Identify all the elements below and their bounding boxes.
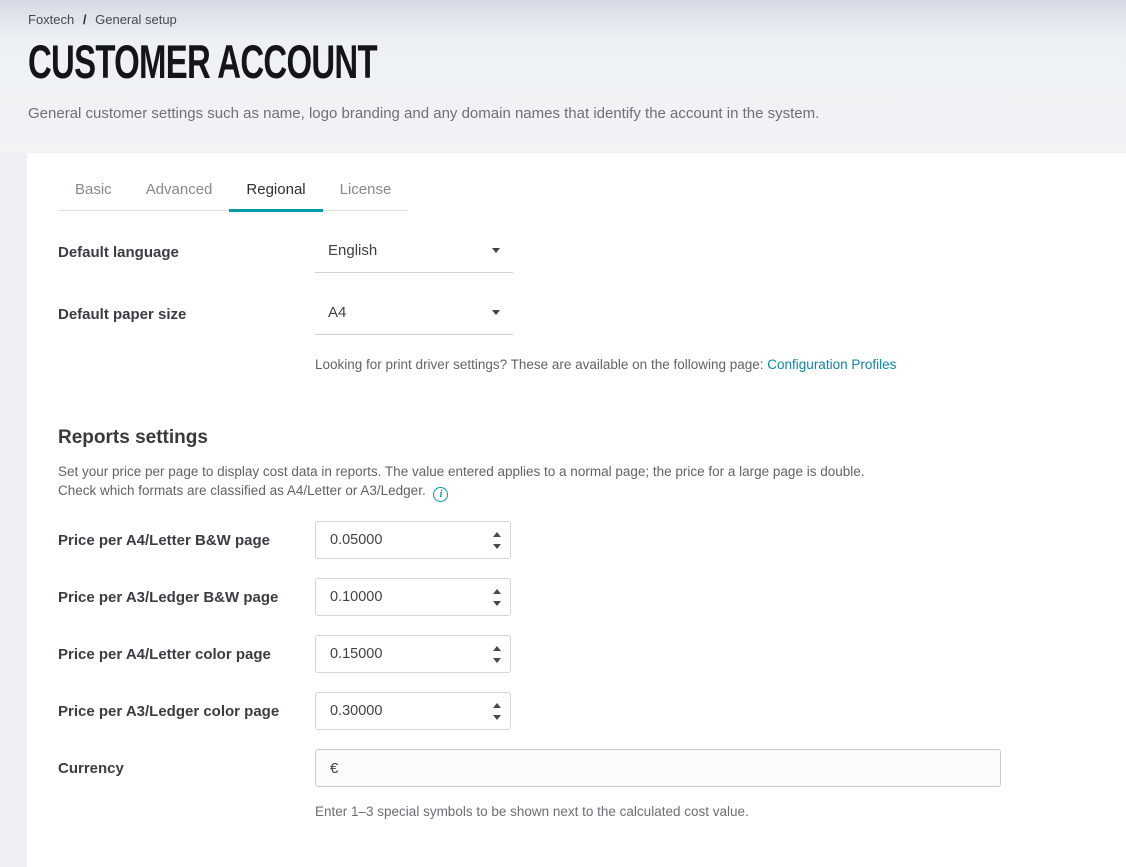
stepper-up-icon[interactable] <box>493 703 501 708</box>
price-a3-bw-label: Price per A3/Ledger B&W page <box>58 589 315 606</box>
stepper-up-icon[interactable] <box>493 589 501 594</box>
price-a4-bw-input-wrap <box>315 521 511 559</box>
currency-helper-text: Enter 1–3 special symbols to be shown ne… <box>315 804 1086 819</box>
currency-label: Currency <box>58 760 315 777</box>
price-a3-bw-input[interactable] <box>316 579 476 615</box>
default-paper-size-value: A4 <box>328 304 346 321</box>
price-a3-color-input[interactable] <box>316 693 476 729</box>
breadcrumb: Foxtech / General setup <box>28 12 1126 27</box>
breadcrumb-item-foxtech[interactable]: Foxtech <box>28 12 74 27</box>
reports-settings-description: Set your price per page to display cost … <box>58 462 1086 502</box>
price-a4-bw-input[interactable] <box>316 522 476 558</box>
tab-basic[interactable]: Basic <box>58 175 129 210</box>
page-description: General customer settings such as name, … <box>28 105 1126 122</box>
chevron-down-icon <box>492 310 500 315</box>
default-language-select[interactable]: English <box>315 237 513 273</box>
stepper-down-icon[interactable] <box>493 658 501 663</box>
price-a3-color-label: Price per A3/Ledger color page <box>58 703 315 720</box>
price-a3-bw-row: Price per A3/Ledger B&W page <box>58 578 1086 616</box>
tab-license[interactable]: License <box>323 175 409 210</box>
reports-description-line2: Check which formats are classified as A4… <box>58 483 426 498</box>
default-language-row: Default language English <box>58 237 1086 273</box>
price-a4-color-input[interactable] <box>316 636 476 672</box>
stepper-down-icon[interactable] <box>493 544 501 549</box>
settings-card: Basic Advanced Regional License Default … <box>27 153 1126 867</box>
price-a4-color-input-wrap <box>315 635 511 673</box>
default-language-label: Default language <box>58 237 315 261</box>
stepper <box>493 522 501 558</box>
tab-advanced[interactable]: Advanced <box>129 175 230 210</box>
price-a4-bw-row: Price per A4/Letter B&W page <box>58 521 1086 559</box>
price-a3-color-row: Price per A3/Ledger color page <box>58 692 1086 730</box>
stepper <box>493 579 501 615</box>
configuration-profiles-link[interactable]: Configuration Profiles <box>767 357 896 372</box>
tab-regional[interactable]: Regional <box>229 175 322 210</box>
stepper <box>493 636 501 672</box>
stepper <box>493 693 501 729</box>
stepper-down-icon[interactable] <box>493 715 501 720</box>
page-header: Foxtech / General setup CUSTOMER ACCOUNT… <box>0 0 1126 153</box>
price-a4-color-row: Price per A4/Letter color page <box>58 635 1086 673</box>
currency-row: Currency <box>58 749 1086 787</box>
default-paper-size-label: Default paper size <box>58 299 315 323</box>
price-a4-bw-label: Price per A4/Letter B&W page <box>58 532 315 549</box>
info-icon[interactable]: i <box>433 487 448 502</box>
reports-description-line1: Set your price per page to display cost … <box>58 464 865 479</box>
print-driver-note-text: Looking for print driver settings? These… <box>315 357 767 372</box>
stepper-up-icon[interactable] <box>493 646 501 651</box>
chevron-down-icon <box>492 248 500 253</box>
breadcrumb-separator: / <box>83 12 87 27</box>
price-a3-color-input-wrap <box>315 692 511 730</box>
currency-input[interactable] <box>315 749 1001 787</box>
breadcrumb-item-general-setup[interactable]: General setup <box>95 12 177 27</box>
print-driver-note: Looking for print driver settings? These… <box>315 357 1086 372</box>
stepper-down-icon[interactable] <box>493 601 501 606</box>
price-a4-color-label: Price per A4/Letter color page <box>58 646 315 663</box>
default-language-value: English <box>328 242 377 259</box>
page-title: CUSTOMER ACCOUNT <box>28 42 797 82</box>
default-paper-size-row: Default paper size A4 <box>58 299 1086 335</box>
reports-settings-heading: Reports settings <box>58 427 1086 449</box>
default-paper-size-select[interactable]: A4 <box>315 299 513 335</box>
stepper-up-icon[interactable] <box>493 532 501 537</box>
price-a3-bw-input-wrap <box>315 578 511 616</box>
tab-bar: Basic Advanced Regional License <box>58 175 408 211</box>
